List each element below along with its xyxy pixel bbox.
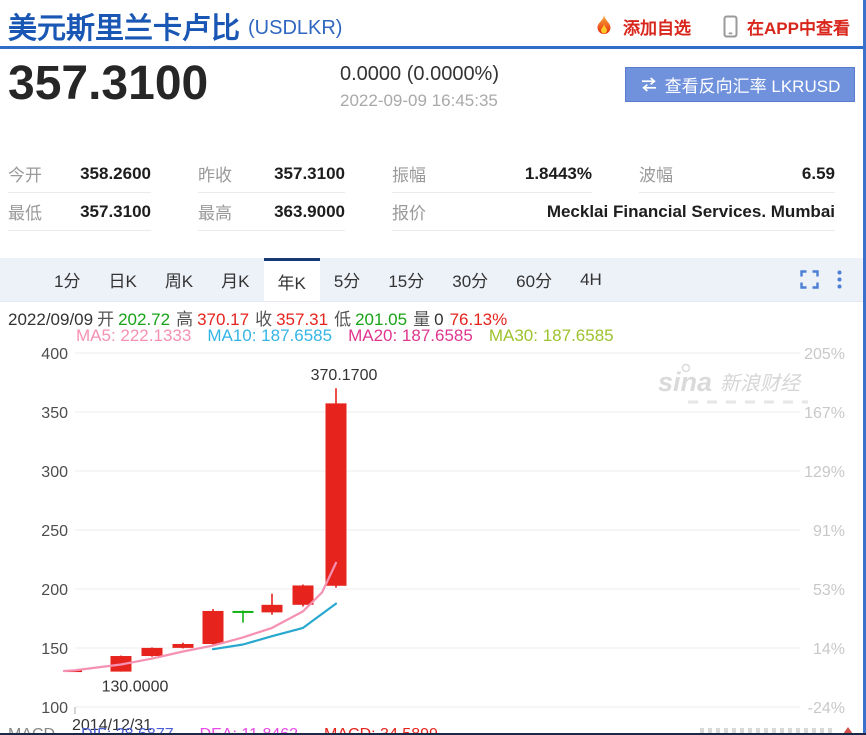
chart-toolbar: 1分日K周K月K年K5分15分30分60分4H — [0, 258, 866, 302]
tab-5分[interactable]: 5分 — [320, 258, 374, 301]
tab-月K[interactable]: 月K — [207, 258, 263, 301]
tab-60分[interactable]: 60分 — [502, 258, 566, 301]
y-axis-label-left: 400 — [41, 346, 68, 363]
y-axis-label-left: 100 — [41, 700, 68, 717]
page-title: 美元斯里兰卡卢比 — [8, 5, 240, 47]
stat-cell-波幅: 波幅 6.59 — [639, 155, 835, 193]
quote-timestamp: 2022-09-09 16:45:35 — [340, 91, 499, 111]
y-axis-label-left: 300 — [41, 464, 68, 481]
more-menu-icon[interactable] — [837, 270, 842, 289]
y-axis-label-right: 14% — [813, 641, 845, 658]
low-price-annotation: 130.0000 — [102, 679, 169, 696]
page-header: 美元斯里兰卡卢比 (USDLKR) 添加自选 在APP中查 — [8, 6, 850, 46]
candle-body — [293, 585, 314, 604]
current-price: 357.3100 — [8, 56, 208, 111]
price-change-block: 0.0000 (0.0000%) 2022-09-09 16:45:35 — [340, 63, 499, 111]
price-change: 0.0000 (0.0000%) — [340, 63, 499, 86]
stat-cell-今开: 今开 358.2600 — [8, 155, 151, 193]
stats-table: 今开 358.2600 昨收 357.3100 振幅 1.8443% 波幅 6.59 最低 357… — [8, 155, 848, 231]
y-axis-label-left: 200 — [41, 582, 68, 599]
candle-body — [173, 644, 194, 648]
stat-label: 振幅 — [392, 161, 426, 186]
stat-value: 358.2600 — [80, 164, 151, 184]
tab-周K[interactable]: 周K — [151, 258, 207, 301]
y-axis-label-left: 350 — [41, 405, 68, 422]
usdlkr-quote-page: 美元斯里兰卡卢比 (USDLKR) 添加自选 在APP中查 — [0, 0, 866, 735]
swap-icon — [640, 77, 658, 92]
candlestick-chart[interactable]: 400 205% 350 167% 300 129% 250 91% 200 53% 150 14% 1… — [0, 343, 866, 735]
stat-value: 357.3100 — [274, 164, 345, 184]
tab-4H[interactable]: 4H — [566, 258, 616, 301]
candle-body — [142, 648, 163, 656]
stat-value: Mecklai Financial Services. Mumbai — [547, 202, 835, 222]
stat-cell-昨收: 昨收 357.3100 — [198, 155, 345, 193]
stat-label: 昨收 — [198, 161, 232, 186]
view-in-app-link[interactable]: 在APP中查看 — [747, 14, 850, 39]
header-divider — [0, 46, 866, 49]
flame-icon — [594, 14, 614, 38]
y-axis-label-left: 150 — [41, 641, 68, 658]
tab-30分[interactable]: 30分 — [438, 258, 502, 301]
stat-cell-振幅: 振幅 1.8443% — [392, 155, 592, 193]
candle-body — [326, 403, 347, 585]
reverse-rate-button[interactable]: 查看反向汇率 LKRUSD — [625, 67, 855, 102]
y-axis-label-right: 167% — [804, 405, 845, 422]
stat-label: 最高 — [198, 199, 232, 224]
y-axis-label-right: 129% — [804, 464, 845, 481]
svg-text:新浪财经: 新浪财经 — [720, 373, 802, 395]
tab-15分[interactable]: 15分 — [374, 258, 438, 301]
stat-cell-报价: 报价 Mecklai Financial Services. Mumbai — [392, 193, 835, 231]
y-axis-label-right: 53% — [813, 582, 845, 599]
add-watchlist-link[interactable]: 添加自选 — [623, 14, 691, 39]
currency-code: (USDLKR) — [248, 17, 342, 40]
stat-label: 波幅 — [639, 161, 673, 186]
y-axis-label-right: -24% — [808, 700, 845, 717]
ma-line-MA5 — [64, 563, 336, 671]
candle-body — [262, 605, 283, 613]
tab-年K[interactable]: 年K — [264, 258, 320, 301]
stat-label: 今开 — [8, 161, 42, 186]
phone-icon — [723, 15, 738, 38]
tab-日K[interactable]: 日K — [94, 258, 150, 301]
stat-label: 最低 — [8, 199, 42, 224]
toolbar-icons — [800, 258, 866, 301]
sina-watermark: sina新浪财经 — [658, 365, 808, 403]
y-axis-label-right: 91% — [813, 523, 845, 540]
stat-value: 363.9000 — [274, 202, 345, 222]
stat-label: 报价 — [392, 199, 426, 224]
chart-grid: 400 205% 350 167% 300 129% 250 91% 200 53% 150 14% 1… — [41, 346, 845, 717]
candle-body — [203, 611, 224, 644]
stat-value: 1.8443% — [525, 164, 592, 184]
reverse-rate-label: 查看反向汇率 LKRUSD — [665, 72, 841, 97]
stat-value: 357.3100 — [80, 202, 151, 222]
stat-cell-最低: 最低 357.3100 — [8, 193, 151, 231]
tab-1分[interactable]: 1分 — [40, 258, 94, 301]
chart-area[interactable]: 400 205% 350 167% 300 129% 250 91% 200 53% 150 14% 1… — [0, 343, 866, 735]
y-axis-label-left: 250 — [41, 523, 68, 540]
header-actions: 添加自选 在APP中查看 — [594, 14, 850, 39]
stat-cell-最高: 最高 363.9000 — [198, 193, 345, 231]
candle-body — [233, 611, 254, 613]
y-axis-label-right: 205% — [804, 346, 845, 363]
high-price-annotation: 370.1700 — [311, 367, 378, 384]
fullscreen-icon[interactable] — [800, 270, 819, 289]
stat-value: 6.59 — [802, 164, 835, 184]
